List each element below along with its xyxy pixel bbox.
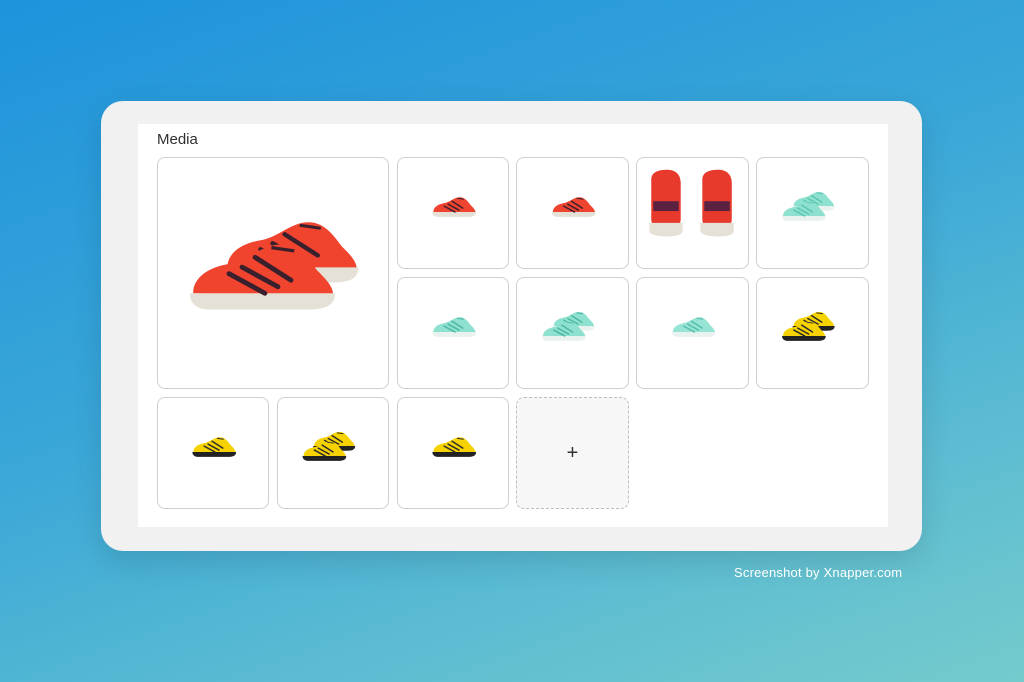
- shoe-image: [432, 197, 477, 217]
- media-item[interactable]: [516, 157, 629, 269]
- shoe-image: [671, 317, 716, 337]
- shoe-image: [432, 437, 477, 457]
- media-item[interactable]: [756, 157, 869, 269]
- shoe-image: [782, 311, 835, 341]
- shoe-image: [189, 222, 359, 310]
- media-item[interactable]: [397, 157, 509, 269]
- watermark-credit: Screenshot by Xnapper.com: [734, 565, 903, 580]
- shoe-image: [192, 437, 237, 457]
- media-item[interactable]: [756, 277, 869, 389]
- shoe-image: [782, 191, 835, 221]
- media-item[interactable]: [516, 277, 629, 389]
- media-item[interactable]: [636, 277, 749, 389]
- shoe-image: [302, 431, 356, 461]
- shoe-image: [551, 197, 596, 217]
- media-item[interactable]: [277, 397, 389, 509]
- media-item[interactable]: [157, 397, 269, 509]
- plus-icon: +: [566, 441, 579, 464]
- shoe-image: [432, 317, 477, 337]
- media-item[interactable]: [397, 277, 509, 389]
- media-title: Media: [157, 131, 198, 148]
- media-item[interactable]: [636, 157, 749, 269]
- media-item[interactable]: [157, 157, 389, 389]
- add-media-button[interactable]: +: [516, 397, 629, 509]
- shoe-image: [649, 169, 734, 237]
- media-item[interactable]: [397, 397, 509, 509]
- shoe-image: [542, 311, 595, 341]
